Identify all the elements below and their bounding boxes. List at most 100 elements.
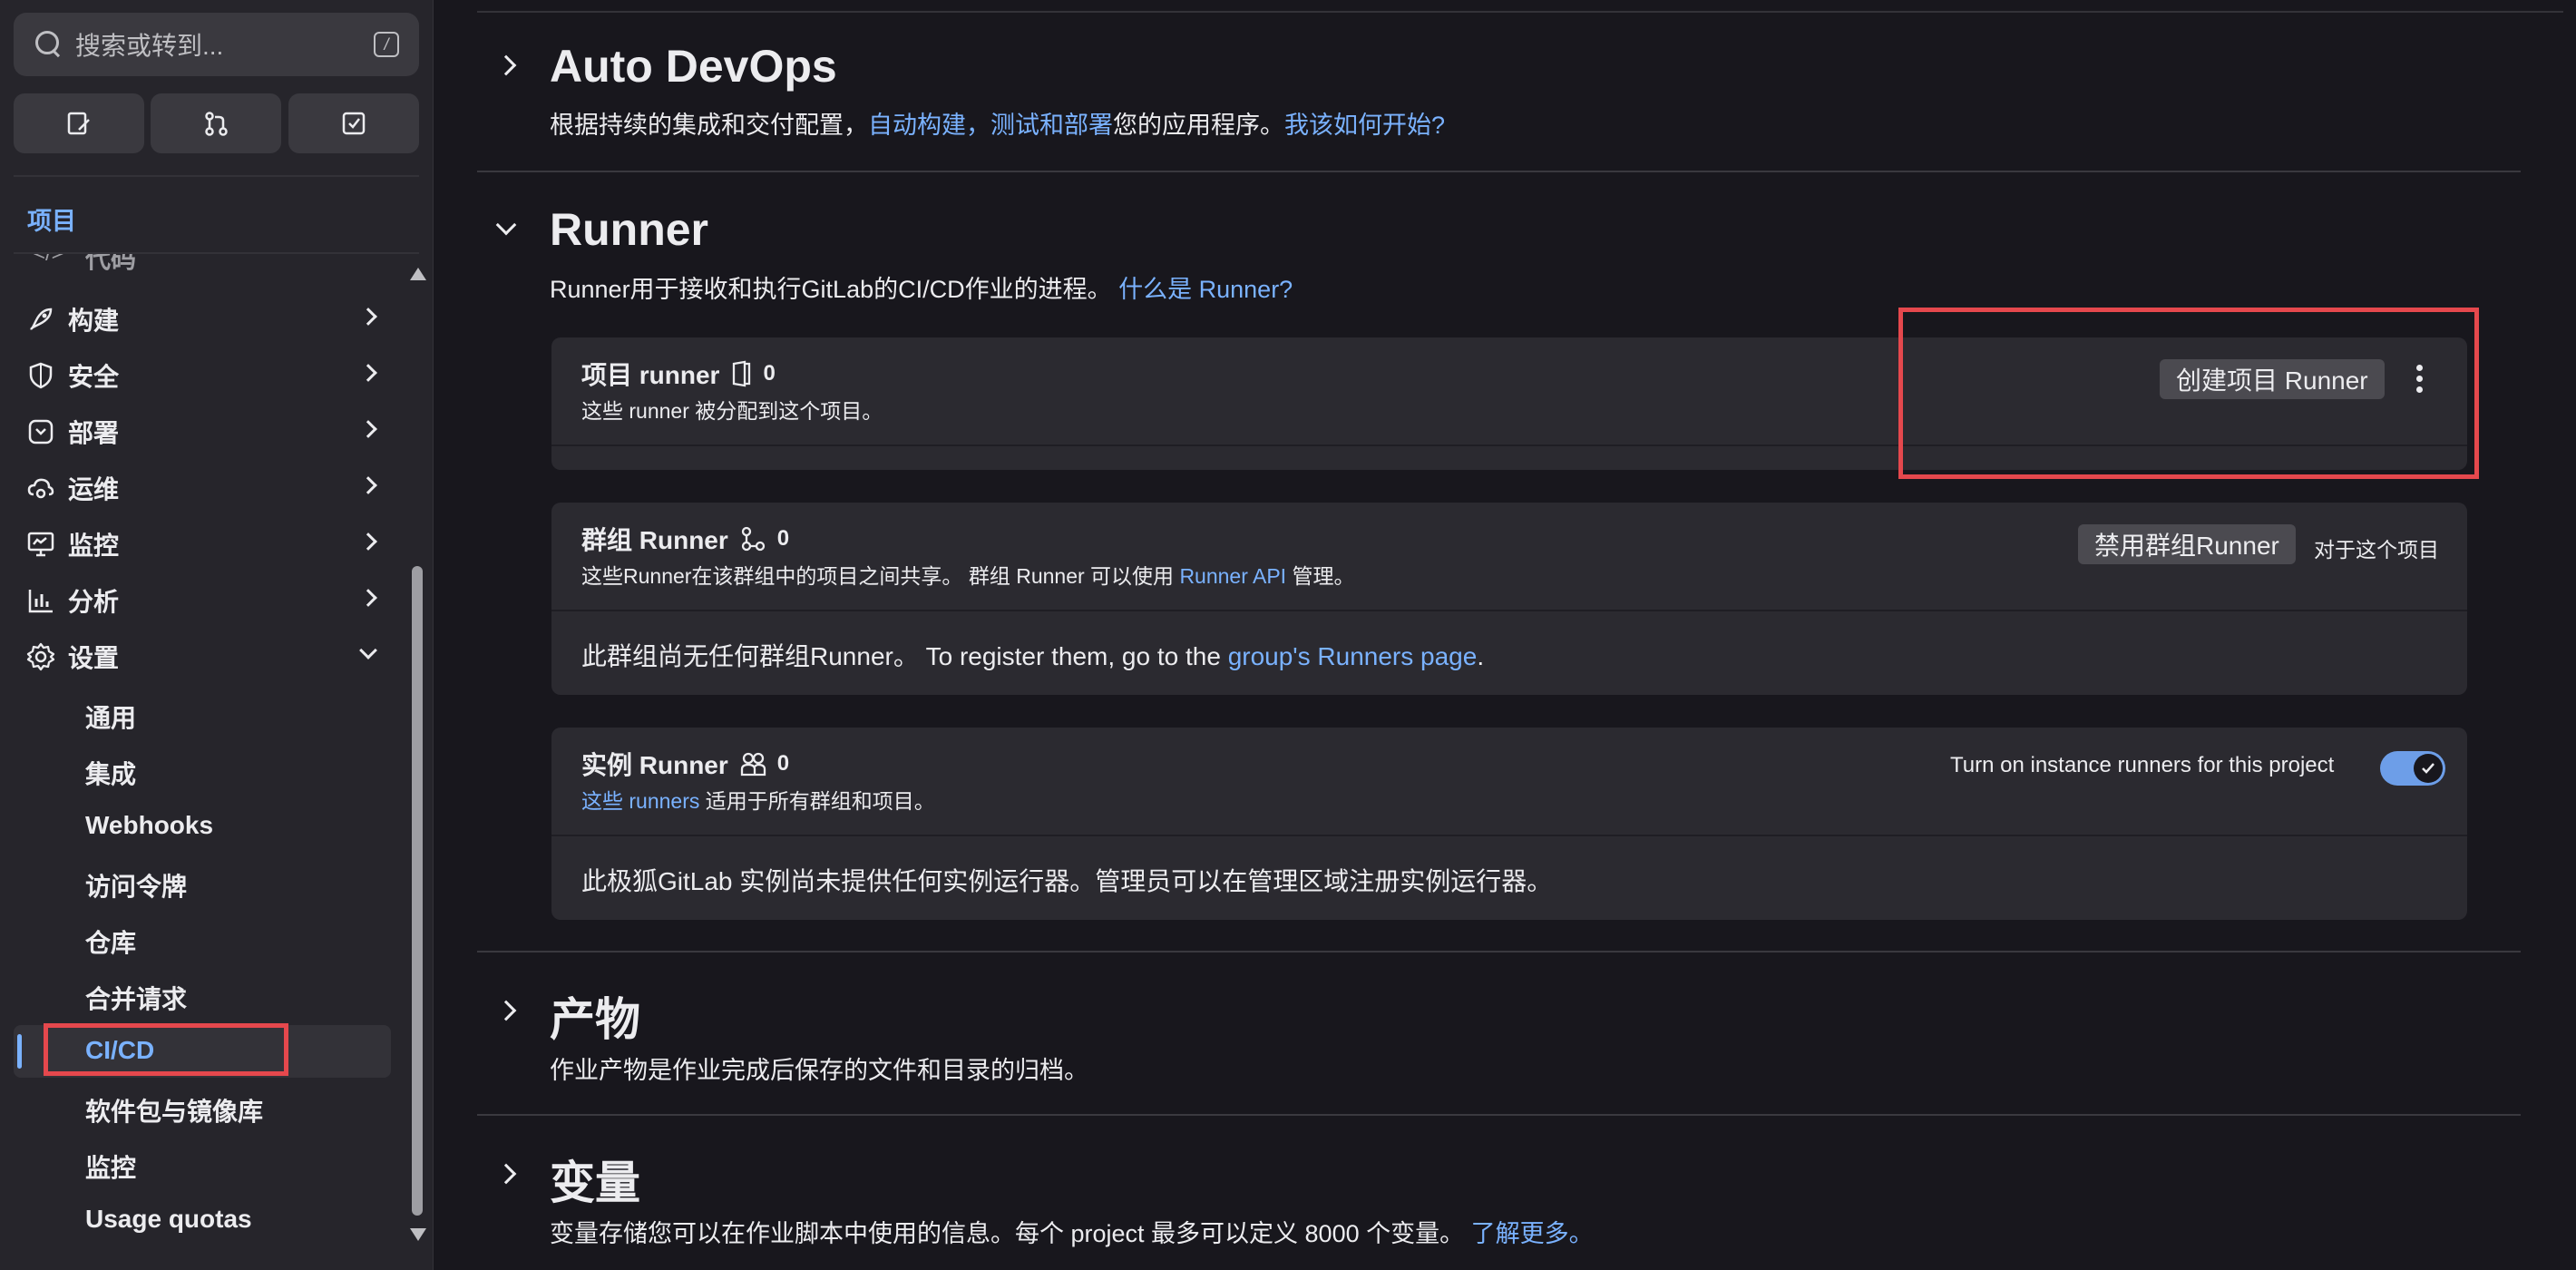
settings-item-access-tokens[interactable]: 访问令牌 bbox=[85, 867, 187, 904]
divider bbox=[14, 175, 419, 177]
nav-item-settings[interactable]: 设置 bbox=[14, 630, 395, 684]
users-icon bbox=[740, 752, 766, 777]
section-title-auto-devops: Auto DevOps bbox=[550, 41, 837, 92]
settings-item-repository[interactable]: 仓库 bbox=[85, 923, 136, 960]
card-title-text: 群组 Runner bbox=[581, 526, 728, 554]
card-title: 实例 Runner 0 bbox=[581, 746, 789, 782]
settings-item-general[interactable]: 通用 bbox=[85, 698, 136, 735]
button-note: 对于这个项目 bbox=[2314, 538, 2439, 562]
learn-more-link[interactable]: 了解更多。 bbox=[1471, 1220, 1594, 1247]
chevron-right-icon bbox=[359, 532, 377, 551]
chevron-right-icon bbox=[359, 476, 377, 494]
description-text: 您的应用程序。 bbox=[1113, 112, 1284, 139]
instance-runners-toggle[interactable] bbox=[2380, 751, 2445, 786]
scroll-down-arrow[interactable] bbox=[410, 1228, 426, 1241]
group-runners-page-link[interactable]: group's Runners page bbox=[1228, 642, 1478, 670]
rocket-icon bbox=[14, 304, 68, 335]
settings-item-usage-quotas[interactable]: Usage quotas bbox=[85, 1205, 252, 1234]
nav-item-monitor[interactable]: 监控 bbox=[14, 517, 395, 572]
description-text: Runner用于接收和执行GitLab的CI/CD作业的进程。 bbox=[550, 276, 1112, 303]
divider bbox=[477, 171, 2521, 172]
expand-chevron-icon[interactable] bbox=[495, 54, 517, 76]
chevron-right-icon bbox=[359, 364, 377, 382]
subtitle-text: 这些 bbox=[581, 789, 629, 813]
deploy-icon bbox=[14, 416, 68, 447]
main-content: Auto DevOps 根据持续的集成和交付配置，自动构建，测试和部署您的应用程… bbox=[434, 0, 2576, 1270]
settings-item-monitor[interactable]: 监控 bbox=[85, 1148, 136, 1185]
body-text: . bbox=[1477, 642, 1485, 670]
group-icon bbox=[741, 526, 765, 552]
settings-item-integrations[interactable]: 集成 bbox=[85, 755, 136, 791]
card-title: 项目 runner 0 bbox=[581, 356, 776, 392]
settings-item-merge-requests[interactable]: 合并请求 bbox=[85, 980, 187, 1016]
subtitle-text: 适用于所有群组和项目。 bbox=[699, 789, 935, 813]
issues-button[interactable] bbox=[14, 93, 144, 153]
nav-item-operate[interactable]: 运维 bbox=[14, 461, 395, 515]
subtitle-text: 这些Runner在该群组中的项目之间共享。 群组 Runner 可以使用 bbox=[581, 564, 1180, 588]
section-title-artifacts: 产物 bbox=[550, 994, 640, 1045]
instance-runner-card: 实例 Runner 0 这些 runners 适用于所有群组和项目。 Turn … bbox=[551, 728, 2467, 920]
card-subtitle: 这些Runner在该群组中的项目之间共享。 群组 Runner 可以使用 Run… bbox=[581, 559, 1354, 590]
expand-chevron-icon[interactable] bbox=[495, 1163, 517, 1185]
settings-item-webhooks[interactable]: Webhooks bbox=[85, 811, 213, 840]
merge-requests-button[interactable] bbox=[151, 93, 281, 153]
scrollbar-thumb[interactable] bbox=[412, 566, 423, 1216]
nav-item-build[interactable]: 构建 bbox=[14, 292, 395, 347]
card-title-text: 实例 Runner bbox=[581, 751, 728, 779]
todos-button[interactable] bbox=[288, 93, 419, 153]
merge-request-icon bbox=[205, 112, 228, 136]
section-title-variables: 变量 bbox=[550, 1158, 640, 1208]
section-description: 作业产物是作业完成后保存的文件和目录的归档。 bbox=[550, 1057, 1088, 1084]
section-description: 根据持续的集成和交付配置，自动构建，测试和部署您的应用程序。我该如何开始? bbox=[550, 105, 1445, 141]
card-body: 此群组尚无任何群组Runner。 To register them, go to… bbox=[581, 637, 1484, 673]
chevron-right-icon bbox=[359, 420, 377, 438]
nav-item-label: 设置 bbox=[68, 644, 120, 672]
chevron-right-icon bbox=[359, 589, 377, 607]
card-subtitle: 这些 runner 被分配到这个项目。 bbox=[581, 399, 883, 423]
how-to-start-link[interactable]: 我该如何开始? bbox=[1284, 112, 1445, 139]
mobile-icon bbox=[733, 360, 751, 387]
page-scrollbar[interactable] bbox=[2563, 0, 2576, 1270]
expand-chevron-icon[interactable] bbox=[495, 1000, 517, 1021]
divider bbox=[477, 11, 2563, 13]
nav-item-analyze[interactable]: 分析 bbox=[14, 573, 395, 628]
collapse-chevron-icon[interactable] bbox=[495, 214, 517, 236]
nav-item-label: 部署 bbox=[68, 419, 120, 447]
issues-icon bbox=[67, 112, 90, 135]
runner-count: 0 bbox=[776, 526, 790, 551]
settings-item-packages[interactable]: 软件包与镜像库 bbox=[85, 1092, 263, 1128]
runner-api-link[interactable]: Runner API bbox=[1179, 564, 1286, 588]
description-text: 变量存储您可以在作业脚本中使用的信息。每个 project 最多可以定义 800… bbox=[550, 1220, 1465, 1247]
what-is-runner-link[interactable]: 什么是 Runner? bbox=[1118, 276, 1293, 303]
description-text: 根据持续的集成和交付配置， bbox=[550, 112, 868, 139]
nav-item-deploy[interactable]: 部署 bbox=[14, 405, 395, 459]
shortcut-key: / bbox=[374, 32, 399, 57]
nav-item-label: 安全 bbox=[68, 363, 120, 391]
sidebar: 搜索或转到... / 项目 </> 代码 构建 bbox=[0, 0, 434, 1270]
gear-icon bbox=[14, 641, 68, 672]
active-indicator bbox=[17, 1034, 22, 1069]
scroll-up-arrow[interactable] bbox=[410, 268, 426, 280]
section-description: 变量存储您可以在作业脚本中使用的信息。每个 project 最多可以定义 800… bbox=[550, 1214, 1594, 1249]
nav-item-label: 代码 bbox=[85, 254, 137, 273]
auto-build-link[interactable]: 自动构建，测试和部署 bbox=[868, 112, 1113, 139]
card-title: 群组 Runner 0 bbox=[581, 521, 789, 557]
highlight-box-cicd bbox=[44, 1023, 288, 1076]
runner-count: 0 bbox=[776, 751, 790, 776]
highlight-box-create-runner bbox=[1898, 308, 2479, 479]
card-header bbox=[551, 728, 2467, 836]
card-title-text: 项目 runner bbox=[581, 361, 720, 389]
section-title-runner: Runner bbox=[550, 204, 708, 255]
divider bbox=[477, 1114, 2521, 1116]
search-input[interactable]: 搜索或转到... / bbox=[14, 13, 419, 76]
card-subtitle: 这些 runners 适用于所有群组和项目。 bbox=[581, 784, 935, 815]
nav-item-security[interactable]: 安全 bbox=[14, 348, 395, 403]
divider bbox=[477, 951, 2521, 952]
card-body: 此极狐GitLab 实例尚未提供任何实例运行器。管理员可以在管理区域注册实例运行… bbox=[581, 867, 1553, 895]
nav-item-label: 构建 bbox=[68, 307, 120, 335]
section-title: 项目 bbox=[27, 208, 76, 235]
todo-icon bbox=[342, 112, 366, 135]
nav-item-code-partial[interactable]: </> 代码 bbox=[0, 254, 399, 278]
disable-group-runner-button[interactable]: 禁用群组Runner bbox=[2078, 524, 2296, 564]
runners-link[interactable]: runners bbox=[629, 789, 699, 813]
